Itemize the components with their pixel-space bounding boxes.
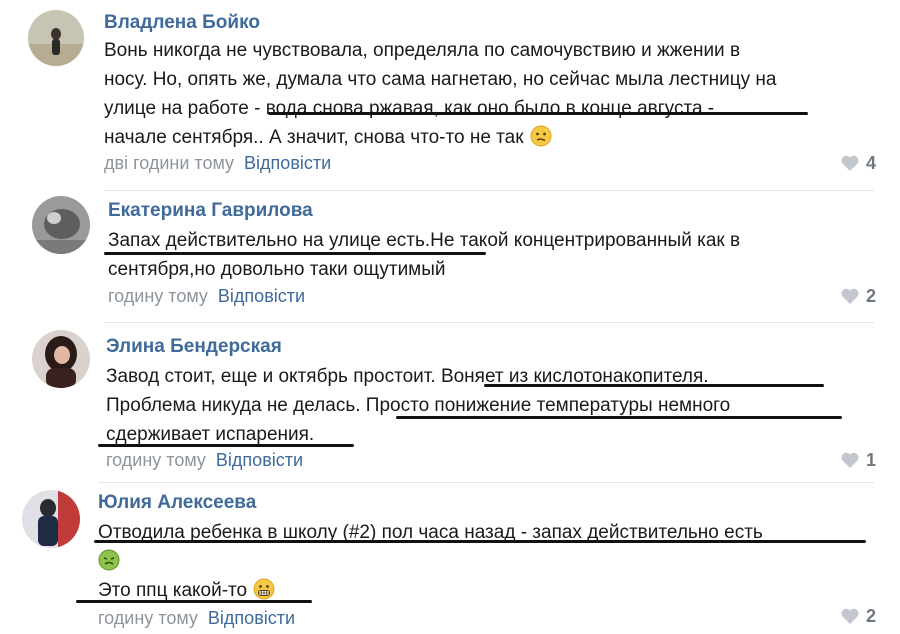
comment-meta: годину тому Відповісти [98,608,295,629]
comment-text-fragment: Это ппц какой-то [98,580,248,601]
avatar[interactable] [32,196,90,254]
underline-mark [104,252,486,255]
comment-text-fragment: начале сентября.. А значит, снова что-то… [104,127,524,148]
reply-link[interactable]: Відповісти [244,153,331,173]
like-count: 2 [865,286,876,306]
underline-mark [396,416,842,419]
heart-icon [840,287,860,305]
avatar[interactable] [28,10,84,66]
comment-text: Запах действительно на улице есть.Не так… [108,226,740,284]
underline-mark [268,112,808,115]
reply-link[interactable]: Відповісти [208,608,295,628]
comment-text: Завод стоит, еще и октябрь простоит. Вон… [106,362,730,449]
like-count: 1 [865,450,876,470]
comment-text-line: начале сентября.. А значит, снова что-то… [104,123,776,152]
grimacing-face-emoji [253,578,275,600]
reply-link[interactable]: Відповісти [218,286,305,306]
avatar[interactable] [22,490,80,548]
underline-mark [484,384,824,387]
author-name[interactable]: Екатерина Гаврилова [108,200,313,222]
comment-time[interactable]: годину тому [106,450,206,470]
author-name[interactable]: Владлена Бойко [104,12,260,34]
comment-time[interactable]: годину тому [108,286,208,306]
avatar[interactable] [32,330,90,388]
comment-text-line: Запах действительно на улице есть.Не так… [108,230,741,251]
confused-face-emoji [530,125,552,147]
comment-2: Екатерина Гаврилова Запах действительно … [0,190,900,322]
comment-3: Элина Бендерская Завод стоит, еще и октя… [0,322,900,482]
comment-text: Вонь никогда не чувствовала, определяла … [104,36,776,152]
comment-text-line [98,547,763,576]
like-button[interactable]: 2 [840,606,876,627]
like-count: 4 [865,153,876,173]
author-name[interactable]: Юлия Алексеева [98,492,256,514]
underline-mark [94,540,866,543]
underline-mark [98,444,354,447]
reply-link[interactable]: Відповісти [216,450,303,470]
comment-text-line: улице на работе - вода снова ржавая, как… [104,98,715,119]
nauseated-face-emoji [98,549,120,571]
like-button[interactable]: 4 [840,153,876,174]
like-button[interactable]: 1 [840,450,876,471]
comment-meta: годину тому Відповісти [106,450,303,471]
heart-icon [840,451,860,469]
like-button[interactable]: 2 [840,286,876,307]
author-name[interactable]: Элина Бендерская [106,336,282,358]
comments-feed: Владлена Бойко Вонь никогда не чувствова… [0,0,900,634]
comment-time[interactable]: дві години тому [104,153,234,173]
comment-text: Отводила ребенка в школу (#2) пол часа н… [98,518,763,605]
heart-icon [840,154,860,172]
comment-text-line: носу. Но, опять же, думала что сама нагн… [104,69,777,90]
comment-meta: годину тому Відповісти [108,286,305,307]
comment-4: Юлия Алексеева Отводила ребенка в школу … [0,482,900,634]
comment-text-line: Вонь никогда не чувствовала, определяла … [104,40,741,61]
underline-mark [76,600,312,603]
like-count: 2 [865,606,876,626]
heart-icon [840,607,860,625]
comment-time[interactable]: годину тому [98,608,198,628]
comment-1: Владлена Бойко Вонь никогда не чувствова… [0,0,900,190]
comment-meta: дві години тому Відповісти [104,153,331,174]
comment-text-line: сентября,но довольно таки ощутимый [108,259,446,280]
